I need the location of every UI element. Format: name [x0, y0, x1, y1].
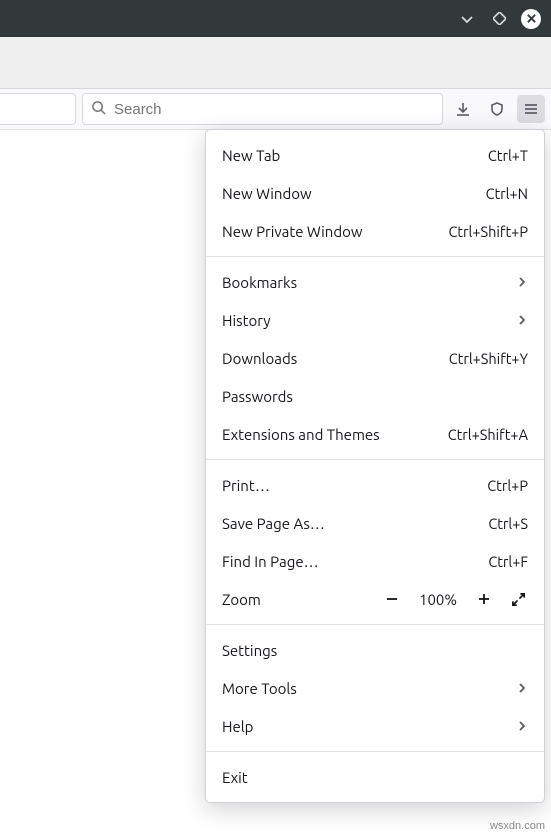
menu-item-label: Help — [222, 718, 516, 735]
menu-item-label: Downloads — [222, 350, 449, 367]
fullscreen-button[interactable] — [508, 592, 528, 607]
search-icon — [91, 100, 106, 119]
menu-item-label: New Private Window — [222, 223, 448, 240]
menu-separator — [206, 624, 544, 625]
menu-zoom: Zoom 100% — [206, 580, 544, 618]
menu-item-accel: Ctrl+Shift+P — [448, 223, 528, 240]
minimize-button[interactable] — [457, 9, 477, 29]
menu-item-accel: Ctrl+Shift+Y — [449, 350, 528, 367]
menu-separator — [206, 459, 544, 460]
zoom-out-button[interactable] — [382, 592, 402, 606]
menu-item-accel: Ctrl+P — [487, 477, 528, 494]
menu-help[interactable]: Help — [206, 707, 544, 745]
shield-icon[interactable] — [483, 95, 511, 123]
menu-item-label: New Tab — [222, 147, 488, 164]
close-button[interactable] — [521, 9, 541, 29]
menu-group-5: Exit — [206, 758, 544, 796]
search-box[interactable] — [82, 93, 443, 125]
menu-history[interactable]: History — [206, 301, 544, 339]
menu-item-label: Print… — [222, 477, 487, 494]
toolbar — [0, 89, 551, 129]
menu-item-accel: Ctrl+S — [488, 515, 528, 532]
hamburger-menu-button[interactable] — [517, 95, 545, 123]
menu-item-accel: Ctrl+N — [486, 185, 528, 202]
menu-new-private-window[interactable]: New Private WindowCtrl+Shift+P — [206, 212, 544, 250]
menu-bookmarks[interactable]: Bookmarks — [206, 263, 544, 301]
app-menu-popup: New TabCtrl+TNew WindowCtrl+NNew Private… — [205, 129, 545, 803]
menu-print[interactable]: Print…Ctrl+P — [206, 466, 544, 504]
downloads-button[interactable] — [449, 95, 477, 123]
menu-item-label: Extensions and Themes — [222, 426, 448, 443]
menu-item-label: Save Page As… — [222, 515, 488, 532]
menu-item-accel: Ctrl+T — [488, 147, 528, 164]
menu-save-as[interactable]: Save Page As…Ctrl+S — [206, 504, 544, 542]
menu-exit[interactable]: Exit — [206, 758, 544, 796]
menu-item-label: Exit — [222, 769, 528, 786]
chevron-right-icon — [516, 274, 528, 291]
url-bar[interactable] — [0, 93, 76, 125]
zoom-in-button[interactable] — [474, 592, 494, 606]
menu-new-window[interactable]: New WindowCtrl+N — [206, 174, 544, 212]
menu-settings[interactable]: Settings — [206, 631, 544, 669]
watermark: wsxdn.com — [490, 820, 545, 832]
tab-strip — [0, 37, 551, 89]
search-input[interactable] — [112, 100, 434, 119]
menu-separator — [206, 256, 544, 257]
chevron-right-icon — [516, 680, 528, 697]
titlebar — [0, 0, 551, 37]
menu-item-label: Settings — [222, 642, 528, 659]
zoom-value: 100% — [416, 591, 460, 608]
menu-item-label: More Tools — [222, 680, 516, 697]
menu-item-label: Bookmarks — [222, 274, 516, 291]
menu-group-4: Settings More Tools Help — [206, 631, 544, 745]
zoom-label: Zoom — [222, 591, 368, 608]
menu-passwords[interactable]: Passwords — [206, 377, 544, 415]
menu-item-label: Find In Page… — [222, 553, 488, 570]
maximize-button[interactable] — [489, 9, 509, 29]
menu-group-2: Bookmarks History DownloadsCtrl+Shift+Y Pas… — [206, 263, 544, 453]
menu-item-label: Passwords — [222, 388, 528, 405]
menu-item-accel: Ctrl+Shift+A — [448, 426, 528, 443]
menu-item-label: History — [222, 312, 516, 329]
menu-separator — [206, 751, 544, 752]
chevron-right-icon — [516, 718, 528, 735]
menu-item-accel: Ctrl+F — [488, 553, 528, 570]
menu-extensions[interactable]: Extensions and ThemesCtrl+Shift+A — [206, 415, 544, 453]
menu-find[interactable]: Find In Page…Ctrl+F — [206, 542, 544, 580]
menu-group-3: Print…Ctrl+PSave Page As…Ctrl+SFind In P… — [206, 466, 544, 580]
menu-item-label: New Window — [222, 185, 486, 202]
menu-downloads[interactable]: DownloadsCtrl+Shift+Y — [206, 339, 544, 377]
menu-more-tools[interactable]: More Tools — [206, 669, 544, 707]
menu-new-tab[interactable]: New TabCtrl+T — [206, 136, 544, 174]
menu-group-1: New TabCtrl+TNew WindowCtrl+NNew Private… — [206, 136, 544, 250]
chevron-right-icon — [516, 312, 528, 329]
